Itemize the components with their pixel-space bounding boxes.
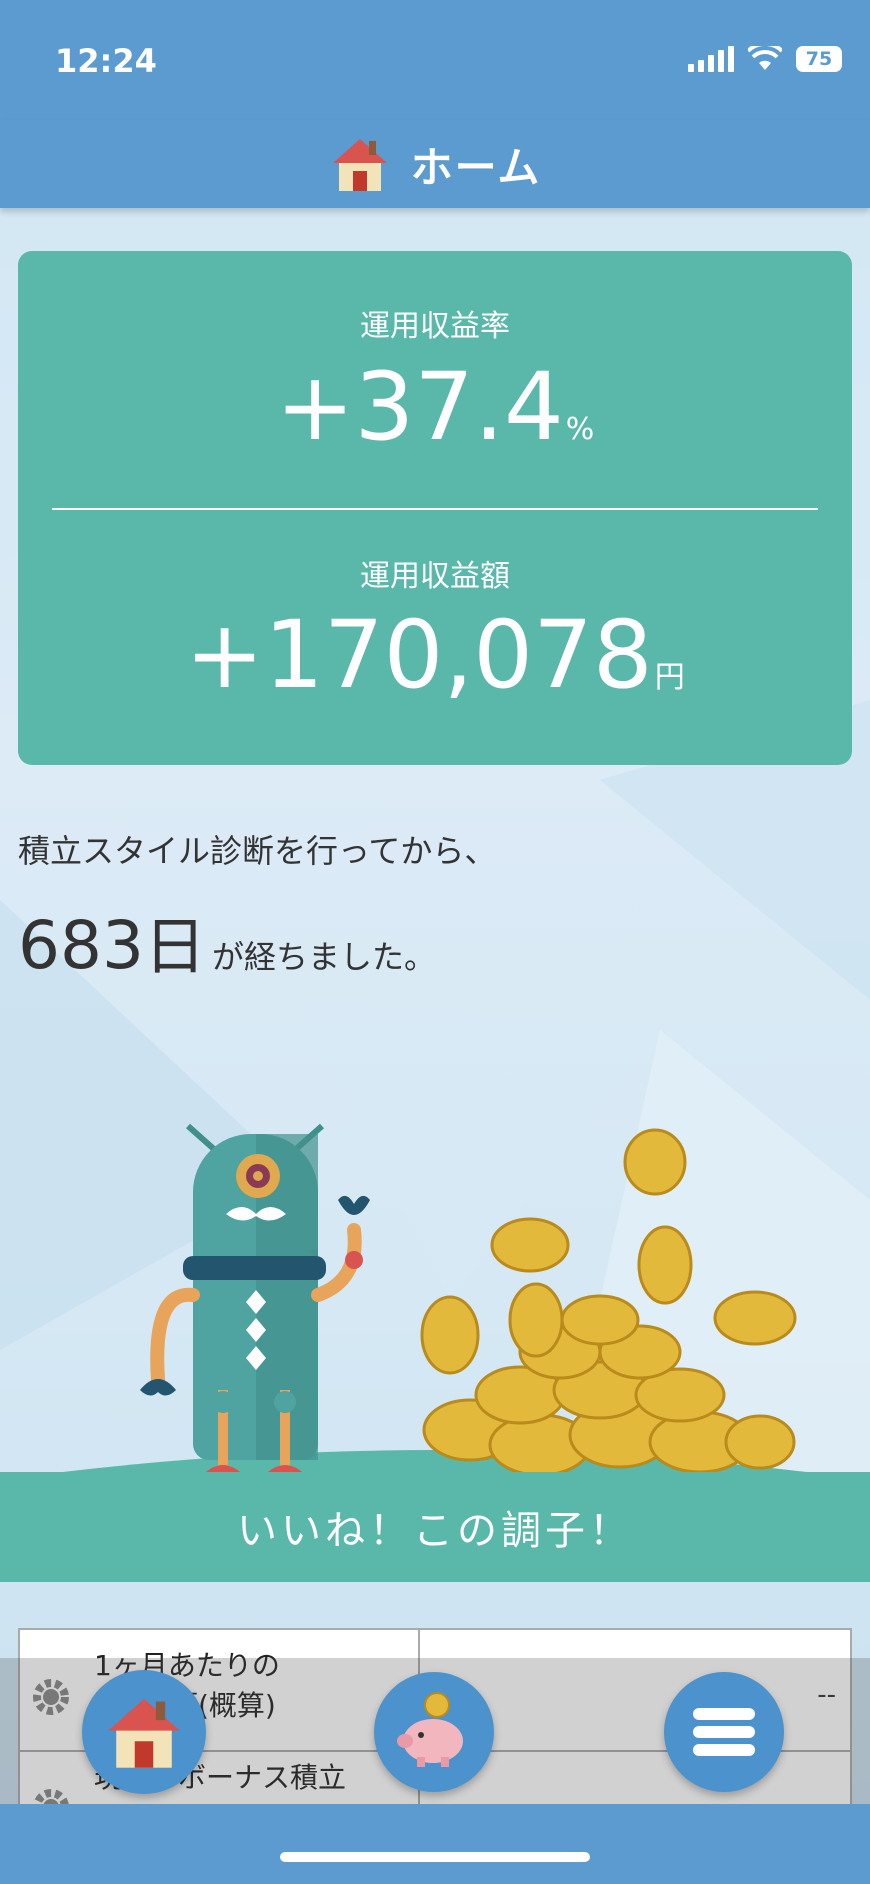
profit-amount-label: 運用収益額 <box>360 559 510 594</box>
days-suffix: が経ちました。 <box>212 938 437 976</box>
card-divider <box>52 508 818 510</box>
days-unit: 日 <box>143 910 206 983</box>
status-time: 12:24 <box>55 42 157 80</box>
profit-rate-number: +37.4 <box>275 353 564 462</box>
house-icon <box>332 139 387 191</box>
home-indicator[interactable] <box>280 1852 590 1862</box>
status-icons: 75 <box>688 46 842 72</box>
profit-summary-card: 運用収益率 +37.4% 運用収益額 +170,078円 <box>18 251 852 765</box>
profit-amount-unit: 円 <box>654 660 685 695</box>
menu-icon <box>693 1708 755 1756</box>
encouragement-banner: いいね！この調子！ <box>0 1472 870 1582</box>
status-bar: 12:24 75 <box>0 0 870 120</box>
cellular-signal-icon <box>688 46 734 72</box>
piggy-bank-icon <box>397 1692 463 1767</box>
bottom-bar <box>0 1804 870 1884</box>
house-icon <box>108 1698 180 1768</box>
profit-amount-number: +170,078 <box>185 601 653 710</box>
diagnosis-intro: 積立スタイル診断を行ってから、 <box>18 832 497 870</box>
nav-savings-button[interactable] <box>374 1672 494 1792</box>
diagnosis-days: 683日 が経ちました。 <box>18 896 436 986</box>
profit-amount-value: +170,078円 <box>18 609 852 703</box>
battery-icon: 75 <box>796 46 842 72</box>
nav-menu-button[interactable] <box>664 1672 784 1792</box>
page-title: ホーム <box>410 142 542 192</box>
app-header: ホーム <box>0 120 870 208</box>
days-count: 683 <box>18 907 144 984</box>
profit-rate-label: 運用収益率 <box>360 309 510 344</box>
profit-rate-value: +37.4% <box>18 361 852 455</box>
wifi-icon <box>748 46 782 70</box>
banner-message: いいね！この調子！ <box>237 1508 633 1554</box>
nav-home-button[interactable] <box>82 1670 206 1794</box>
profit-rate-unit: % <box>565 412 595 447</box>
